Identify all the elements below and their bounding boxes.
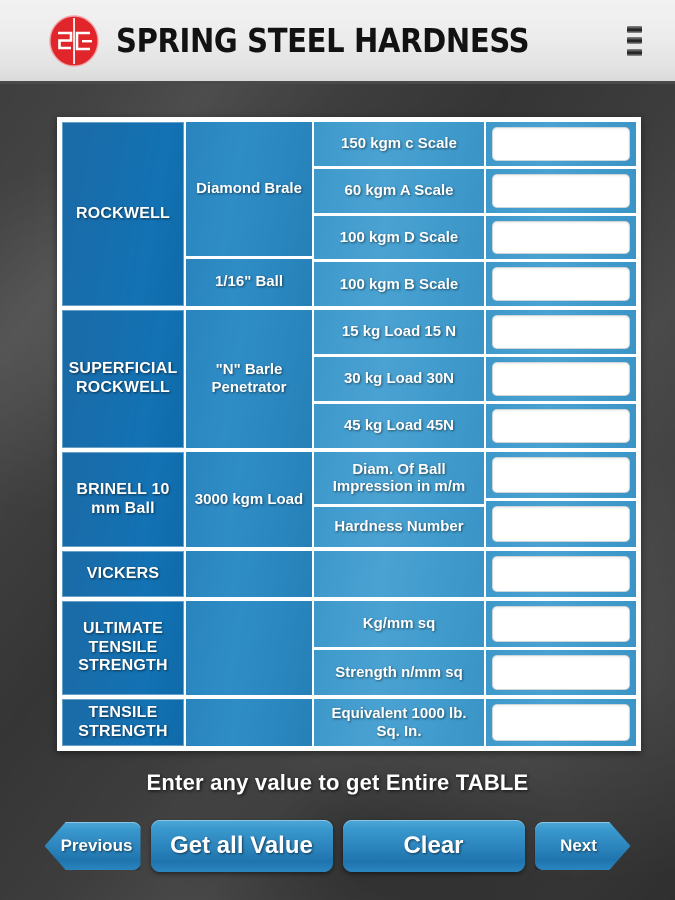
value-input-uts-n-mm-sq[interactable] — [492, 654, 630, 690]
ts-empty-column — [184, 699, 312, 746]
value-input-vickers[interactable] — [492, 556, 630, 592]
load-3000-kgm: 3000 kgm Load — [186, 452, 312, 547]
value-cell — [486, 601, 636, 647]
menu-bar-1 — [626, 25, 642, 33]
value-input-rockwell-d[interactable] — [492, 220, 630, 255]
get-all-value-button[interactable]: Get all Value — [150, 820, 333, 872]
measure-label: Diam. Of Ball Impression in m/m — [314, 452, 484, 504]
hardness-conversion-table: ROCKWELL Diamond Brale 1/16" Ball 150 kg… — [57, 117, 641, 751]
brinell-measure-column: Diam. Of Ball Impression in m/m Hardness… — [312, 452, 484, 547]
value-input-rockwell-c[interactable] — [492, 127, 630, 161]
brinell-value-column — [484, 452, 636, 547]
value-input-rockwell-a[interactable] — [492, 173, 630, 208]
superficial-value-column — [484, 310, 636, 448]
uts-value-column — [484, 601, 636, 695]
value-input-brinell-hardness[interactable] — [492, 506, 630, 542]
value-cell — [486, 452, 636, 498]
menu-bar-2 — [626, 37, 642, 44]
scale-label: 45 kg Load 45N — [314, 401, 484, 448]
table-group-brinell: BRINELL 10 mm Ball 3000 kgm Load Diam. O… — [62, 452, 636, 547]
table-group-ultimate-tensile-strength: ULTIMATE TENSILE STRENGTH Kg/mm sq Stren… — [62, 601, 636, 695]
value-cell — [486, 699, 636, 746]
value-cell — [486, 310, 636, 354]
hamburger-menu-icon[interactable] — [621, 24, 647, 58]
table-group-tensile-strength: TENSILE STRENGTH Equivalent 1000 lb. Sq.… — [62, 699, 636, 746]
app-root: SPRING STEEL HARDNESS ROCKWELL Diamond B… — [0, 0, 675, 900]
value-cell — [486, 401, 636, 448]
value-cell — [486, 122, 636, 166]
value-input-superficial-30n[interactable] — [492, 362, 630, 396]
empty-cell — [186, 601, 312, 695]
value-input-uts-kg-mm-sq[interactable] — [492, 606, 630, 642]
unit-label: Strength n/mm sq — [314, 646, 484, 695]
vickers-value-column — [484, 551, 636, 597]
rockwell-value-column — [484, 122, 636, 306]
measure-label: Hardness Number — [314, 504, 484, 547]
page-title: SPRING STEEL HARDNESS — [116, 21, 530, 60]
indenter-n-barle-penetrator: "N" Barle Penetrator — [186, 310, 312, 448]
empty-cell — [314, 551, 484, 597]
value-input-rockwell-b[interactable] — [492, 267, 630, 301]
value-cell — [486, 259, 636, 306]
value-input-brinell-diameter[interactable] — [492, 457, 630, 493]
brinell-load-column: 3000 kgm Load — [184, 452, 312, 547]
value-cell — [486, 551, 636, 597]
group-label-vickers: VICKERS — [62, 551, 184, 597]
superficial-indenter-column: "N" Barle Penetrator — [184, 310, 312, 448]
value-cell — [486, 498, 636, 547]
group-label-ultimate-tensile-strength: ULTIMATE TENSILE STRENGTH — [62, 601, 184, 695]
uts-empty-column — [184, 601, 312, 695]
value-input-tensile-strength[interactable] — [492, 704, 630, 741]
value-cell — [486, 165, 636, 213]
table-group-superficial-rockwell: SUPERFICIAL ROCKWELL "N" Barle Penetrato… — [62, 310, 636, 448]
unit-label: Kg/mm sq — [314, 601, 484, 647]
scale-label: 60 kgm A Scale — [314, 165, 484, 213]
vickers-measure-column — [312, 551, 484, 597]
next-button[interactable]: Next — [534, 822, 631, 870]
indenter-diamond-brale: Diamond Brale — [186, 122, 312, 256]
scale-label: 100 kgm B Scale — [314, 259, 484, 306]
empty-cell — [186, 551, 312, 597]
app-header: SPRING STEEL HARDNESS — [0, 0, 675, 84]
scale-label: 30 kg Load 30N — [314, 354, 484, 401]
superficial-scale-column: 15 kg Load 15 N 30 kg Load 30N 45 kg Loa… — [312, 310, 484, 448]
group-label-superficial-rockwell: SUPERFICIAL ROCKWELL — [62, 310, 184, 448]
scale-label: 150 kgm c Scale — [314, 122, 484, 166]
rockwell-scale-column: 150 kgm c Scale 60 kgm A Scale 100 kgm D… — [312, 122, 484, 306]
value-cell — [486, 212, 636, 260]
indenter-sixteenth-ball: 1/16" Ball — [186, 255, 312, 306]
instruction-text: Enter any value to get Entire TABLE — [146, 770, 529, 795]
unit-label: Equivalent 1000 lb. Sq. In. — [314, 699, 484, 746]
value-cell — [486, 354, 636, 401]
uts-unit-column: Kg/mm sq Strength n/mm sq — [312, 601, 484, 695]
group-label-brinell: BRINELL 10 mm Ball — [62, 452, 184, 547]
rockwell-indenter-column: Diamond Brale 1/16" Ball — [184, 122, 312, 306]
action-button-bar: Previous Get all Value Clear Next — [0, 817, 675, 875]
scale-label: 15 kg Load 15 N — [314, 310, 484, 354]
value-input-superficial-15n[interactable] — [492, 315, 630, 349]
ts-unit-column: Equivalent 1000 lb. Sq. In. — [312, 699, 484, 746]
brand-logo-icon — [48, 14, 100, 67]
clear-button[interactable]: Clear — [342, 820, 525, 872]
menu-bar-3 — [626, 48, 642, 56]
value-input-superficial-45n[interactable] — [492, 409, 630, 443]
ts-value-column — [484, 699, 636, 746]
group-label-tensile-strength: TENSILE STRENGTH — [62, 699, 184, 746]
table-group-rockwell: ROCKWELL Diamond Brale 1/16" Ball 150 kg… — [62, 122, 636, 306]
vickers-empty-column — [184, 551, 312, 597]
previous-button[interactable]: Previous — [44, 822, 141, 870]
value-cell — [486, 646, 636, 695]
table-group-vickers: VICKERS — [62, 551, 636, 597]
scale-label: 100 kgm D Scale — [314, 212, 484, 260]
group-label-rockwell: ROCKWELL — [62, 122, 184, 306]
empty-cell — [186, 699, 312, 746]
